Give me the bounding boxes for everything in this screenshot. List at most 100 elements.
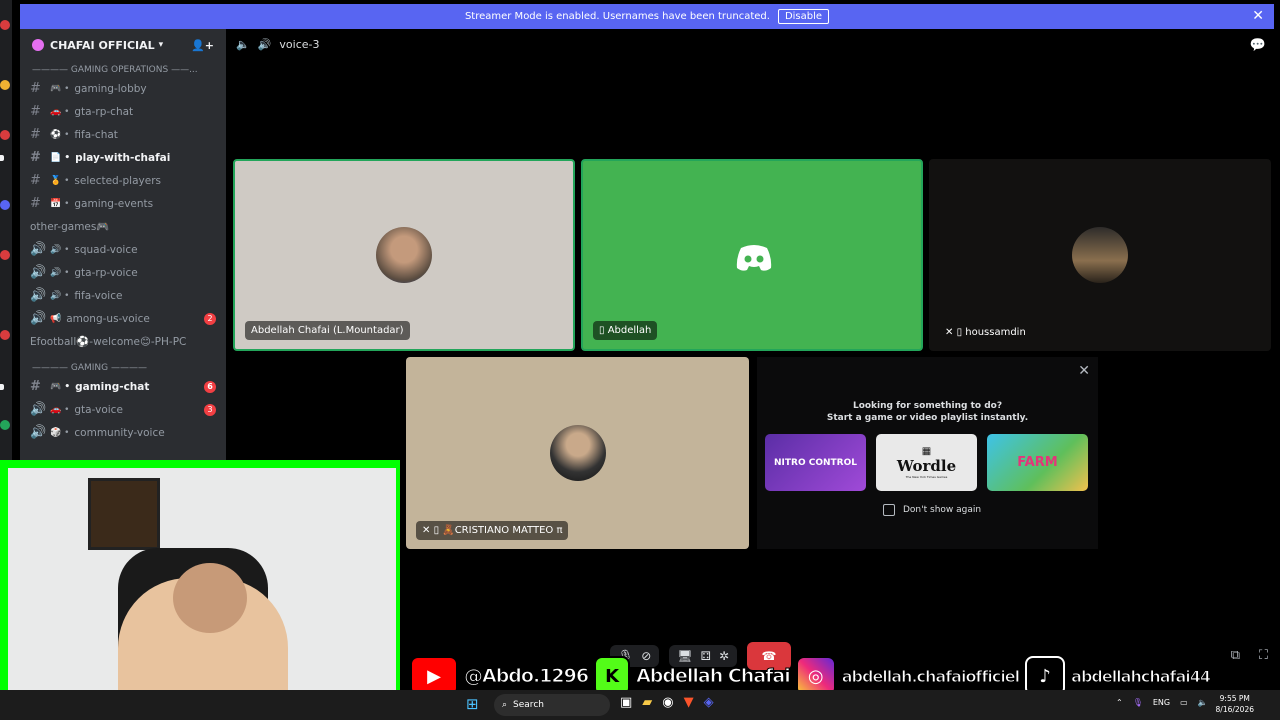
taskbar-clock[interactable]: 9:55 PM 8/16/2026 (1216, 693, 1254, 715)
popup-line-2: Start a game or video playlist instantly… (826, 413, 1029, 423)
channel-label: gaming-chat (75, 380, 150, 393)
channel-squad-voice[interactable]: 🔊 🔊 • squad-voice (20, 238, 226, 261)
category-header[interactable]: ———— GAMING OPERATIONS ——... (20, 63, 226, 77)
channel-gta-rp-chat[interactable]: # 🚗 • gta-rp-chat (20, 100, 226, 123)
channel-emoji: 📅 • (50, 198, 70, 209)
channel-label: gta-rp-chat (74, 105, 134, 118)
channel-label: gaming-events (74, 197, 154, 210)
channel-label: Efootball⚽-welcome😊-PH-PC (30, 336, 187, 348)
invite-people-icon[interactable]: 👤+ (191, 39, 214, 52)
taskview-icon[interactable]: ▣ (620, 695, 632, 710)
microphone-icon[interactable]: 🎙 (1133, 698, 1143, 707)
chevron-up-icon[interactable]: ⌃ (1116, 698, 1123, 707)
steam-icon[interactable]: ◉ (662, 695, 673, 710)
file-explorer-icon[interactable]: ▰ (642, 695, 652, 710)
close-icon[interactable]: ✕ (1252, 8, 1264, 24)
brave-icon[interactable]: ▼ (684, 695, 694, 710)
popout-icon[interactable]: ⧉ (1231, 648, 1240, 663)
channel-efootball[interactable]: Efootball⚽-welcome😊-PH-PC (20, 330, 226, 353)
chat-bubble-icon[interactable]: 💬 (1250, 38, 1266, 53)
server-name: CHAFAI OFFICIAL (50, 38, 155, 52)
channel-community-voice[interactable]: 🔊 🎲 • community-voice (20, 421, 226, 444)
game-subtitle: The New York Times Games (905, 475, 948, 479)
participant-tile[interactable]: ▯ Abdellah (581, 159, 923, 351)
kick-handle: Abdellah Chafai (636, 665, 792, 688)
server-icon[interactable] (0, 200, 10, 210)
network-icon[interactable]: ▭ (1180, 698, 1188, 707)
channel-emoji: 🎮 • (50, 381, 71, 392)
channel-label: fifa-chat (74, 128, 118, 141)
server-icon[interactable] (0, 330, 10, 340)
category-header[interactable]: ———— GAMING ———— (20, 361, 226, 375)
participant-tile[interactable]: ✕ ▯ 🧸CRISTIANO MATTEO π (406, 357, 749, 549)
channel-fifa-chat[interactable]: # ⚽ • fifa-chat (20, 123, 226, 146)
instagram-handle: abdellah.chafaiofficiel (841, 666, 1020, 686)
channel-emoji: 🏅 • (50, 175, 70, 186)
channel-label: gta-voice (74, 403, 123, 416)
channel-emoji: 🚗 • (50, 106, 70, 117)
channel-label: fifa-voice (74, 289, 123, 302)
avatar (1072, 227, 1128, 283)
channel-label: gaming-lobby (74, 82, 147, 95)
discord-icon[interactable]: ◈ (704, 695, 714, 710)
voice-channel-icon: 🔊 (30, 288, 47, 303)
clock-date: 8/16/2026 (1215, 705, 1254, 714)
channel-gaming-events[interactable]: # 📅 • gaming-events (20, 192, 226, 215)
taskbar-search[interactable]: ⌕ Search (494, 694, 610, 716)
game-card-nitro-control[interactable]: NITRO CONTROL (765, 434, 866, 491)
channel-sidebar: CHAFAI OFFICIAL ▾ 👤+ ———— GAMING OPERATI… (0, 29, 226, 461)
language-indicator[interactable]: ENG (1153, 698, 1170, 707)
channel-play-with-chafai[interactable]: # 📄 • play-with-chafai (0, 146, 226, 169)
channel-selected-players[interactable]: # 🏅 • selected-players (20, 169, 226, 192)
channel-emoji: 🔊 • (50, 267, 70, 278)
dont-show-label: Don't show again (903, 505, 982, 515)
avatar (376, 227, 432, 283)
participant-tile[interactable]: Abdellah Chafai (L.Mountadar) (233, 159, 575, 351)
popup-line-1: Looking for something to do? (852, 401, 1003, 411)
channel-gta-rp-voice[interactable]: 🔊 🔊 • gta-rp-voice (20, 261, 226, 284)
game-card-wordle[interactable]: ▦ Wordle The New York Times Games (876, 434, 977, 491)
server-icon[interactable] (0, 420, 10, 430)
channel-other-games[interactable]: other-games🎮 (20, 215, 226, 238)
channel-emoji: 📢 (50, 313, 62, 324)
game-card-farm[interactable]: FARM (987, 434, 1088, 491)
clock-time: 9:55 PM (1219, 694, 1250, 703)
voice-icon: 🔈 (236, 38, 250, 51)
server-icon[interactable] (0, 80, 10, 90)
channel-gaming-lobby[interactable]: # 🎮 • gaming-lobby (20, 77, 226, 100)
lion-frame (88, 478, 160, 550)
grid-icon: ▦ (921, 446, 932, 457)
banner-text: Streamer Mode is enabled. Usernames have… (464, 11, 770, 22)
game-title: Wordle (896, 457, 957, 475)
streamer-webcam (0, 460, 400, 690)
channel-gta-voice[interactable]: 🔊 🚗 • gta-voice 3 (20, 398, 226, 421)
dont-show-again-checkbox[interactable]: Don't show again (883, 504, 981, 516)
windows-start-icon[interactable]: ⊞ (466, 696, 482, 712)
mention-badge: 2 (204, 312, 216, 325)
server-icon[interactable] (0, 20, 10, 30)
mobile-icon: ▯ (433, 525, 443, 536)
game-title: FARM (1017, 455, 1058, 470)
volume-icon[interactable]: 🔈 (1198, 698, 1208, 707)
participant-tile[interactable]: ✕ ▯ houssamdin (929, 159, 1271, 351)
server-icon[interactable] (0, 130, 10, 140)
text-channel-icon: # (30, 196, 41, 211)
channel-fifa-voice[interactable]: 🔊 🔊 • fifa-voice (20, 284, 226, 307)
channel-gaming-chat[interactable]: # 🎮 • gaming-chat 6 (0, 375, 226, 398)
server-icon[interactable] (0, 250, 10, 260)
mobile-icon: ▯ (956, 327, 966, 338)
streamer-face (173, 563, 247, 633)
channel-among-us-voice[interactable]: 🔊 📢 among-us-voice 2 (20, 307, 226, 330)
voice-channel-name: voice-3 (279, 38, 320, 51)
fullscreen-icon[interactable]: ⛶ (1259, 648, 1268, 663)
text-channel-icon: # (30, 379, 41, 394)
channel-emoji: 🚗 • (50, 404, 70, 415)
close-icon[interactable]: ✕ (1078, 363, 1090, 379)
channel-label: gta-rp-voice (74, 266, 138, 279)
disable-button[interactable]: Disable (777, 9, 830, 24)
channel-label: community-voice (74, 426, 165, 439)
muted-icon: ✕ (422, 525, 434, 536)
server-header[interactable]: CHAFAI OFFICIAL ▾ 👤+ (20, 29, 226, 61)
chevron-down-icon: ▾ (158, 40, 164, 50)
participant-name-text: 🧸CRISTIANO MATTEO π (442, 525, 563, 536)
